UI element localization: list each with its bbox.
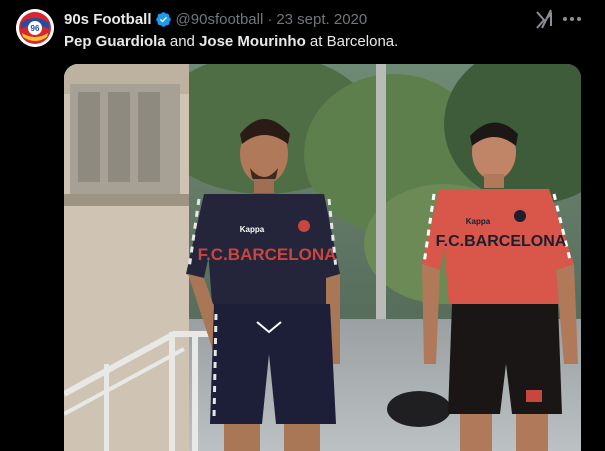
more-options-icon[interactable] (561, 9, 583, 29)
tweet-text: Pep Guardiola and Jose Mourinho at Barce… (64, 32, 398, 52)
display-name[interactable]: 90s Football (64, 11, 152, 28)
tweet-date[interactable]: 23 sept. 2020 (276, 11, 367, 28)
tweet-header: 90s Football @90sfootball · 23 sept. 202… (64, 9, 367, 29)
brand-logo-right: Kappa (466, 217, 491, 226)
separator-dot: · (267, 10, 273, 28)
user-handle[interactable]: @90sfootball (176, 11, 264, 28)
avatar-label: 96 (31, 24, 40, 33)
jersey-text-left: F.C.BARCELONA (198, 245, 337, 264)
tweet-photo[interactable]: F.C.BARCELONA Kappa F.C.BARCELONA Kappa (64, 64, 581, 451)
mention-name-1: Pep Guardiola (64, 33, 166, 50)
avatar-logo-icon: 96 (16, 9, 54, 47)
avatar[interactable]: 96 (16, 9, 54, 47)
photo-image: F.C.BARCELONA Kappa F.C.BARCELONA Kappa (64, 64, 581, 451)
tweet-card: 96 90s Football @90sfootball · 23 sept. … (0, 0, 605, 451)
mention-name-2: Jose Mourinho (199, 33, 306, 50)
text-rest: at Barcelona. (305, 33, 399, 50)
grok-icon[interactable] (534, 8, 554, 30)
verified-badge-icon (155, 11, 172, 28)
text-and: and (165, 33, 200, 50)
brand-logo-left: Kappa (240, 225, 265, 234)
jersey-text-right: F.C.BARCELONA (436, 233, 567, 250)
